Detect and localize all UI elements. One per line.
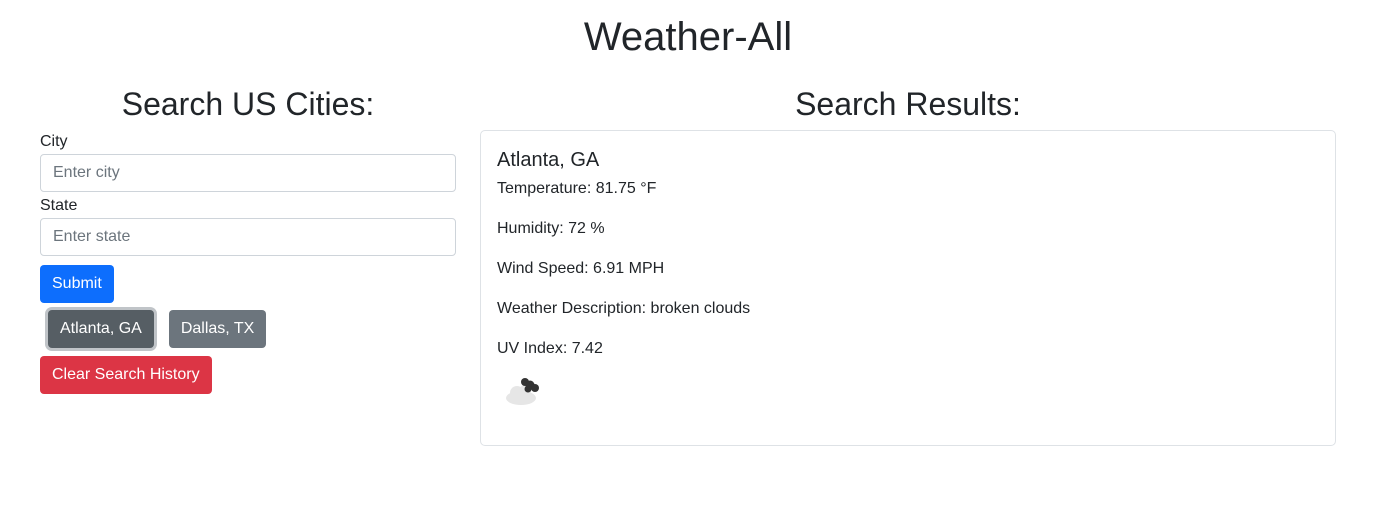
broken-clouds-icon xyxy=(497,374,547,424)
app-title: Weather-All xyxy=(583,15,793,59)
state-label: State xyxy=(40,197,78,214)
result-card: Atlanta, GA Temperature: 81.75 °F Humidi… xyxy=(480,130,1336,446)
submit-button[interactable]: Submit xyxy=(40,265,114,303)
uv-index-text: UV Index: 7.42 xyxy=(497,340,603,357)
search-heading: Search US Cities: xyxy=(121,86,375,122)
results-heading: Search Results: xyxy=(795,86,1021,122)
page: Weather-All Search US Cities: City State… xyxy=(0,0,1393,521)
history-button-atlanta[interactable]: Atlanta, GA xyxy=(48,310,154,348)
city-label: City xyxy=(40,133,68,150)
history-button-dallas[interactable]: Dallas, TX xyxy=(168,310,267,348)
search-panel: Search US Cities: City State Submit Atla… xyxy=(40,82,456,394)
humidity-text: Humidity: 72 % xyxy=(497,220,605,237)
search-history: Atlanta, GA Dallas, TX xyxy=(40,310,456,348)
state-input[interactable] xyxy=(40,218,456,256)
city-input[interactable] xyxy=(40,154,456,192)
results-panel: Search Results: Atlanta, GA Temperature:… xyxy=(480,82,1336,446)
wind-speed-text: Wind Speed: 6.91 MPH xyxy=(497,260,665,277)
result-city: Atlanta, GA xyxy=(497,149,600,171)
temperature-text: Temperature: 81.75 °F xyxy=(497,180,657,197)
description-text: Weather Description: broken clouds xyxy=(497,300,751,317)
clear-history-button[interactable]: Clear Search History xyxy=(40,356,212,394)
